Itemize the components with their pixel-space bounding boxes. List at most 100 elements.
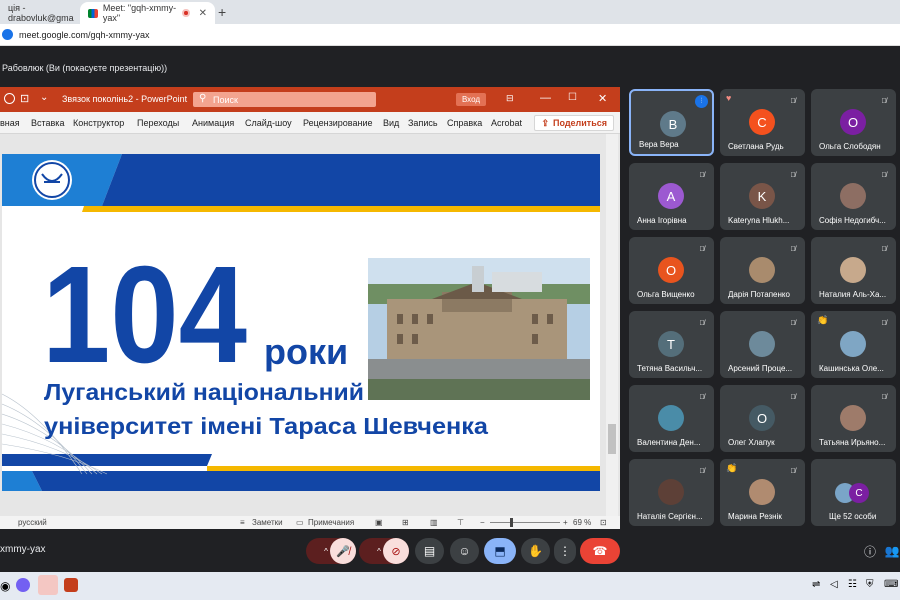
avatar-photo xyxy=(749,479,775,505)
speaker-icon[interactable]: ◁ xyxy=(830,579,838,590)
mic-off-icon: 🎙̸ xyxy=(790,319,796,327)
comments-icon[interactable]: ▭ xyxy=(296,518,304,527)
more-options-button[interactable]: ⋮ xyxy=(554,538,576,564)
keyboard-icon[interactable]: ⌨ xyxy=(884,579,898,590)
more-participants-tile[interactable]: C Ще 52 особи xyxy=(811,459,896,526)
participant-tile[interactable]: Марина Резнік 🎙̸ 👏 xyxy=(720,459,805,526)
chrome-taskbar-icon[interactable]: ◉ xyxy=(0,579,10,593)
participant-tile[interactable]: Арсений Проце... 🎙̸ xyxy=(720,311,805,378)
close-icon[interactable]: ✕ xyxy=(598,92,607,105)
mic-off-icon[interactable]: 🎤̸ xyxy=(330,538,356,564)
powerpoint-taskbar-icon[interactable] xyxy=(64,578,78,592)
language-status[interactable]: русский xyxy=(18,518,47,527)
vertical-scrollbar[interactable] xyxy=(606,134,618,516)
camera-control[interactable]: ^ ⊘ xyxy=(359,538,409,564)
avatar: O xyxy=(749,405,775,431)
participant-tile[interactable]: O Ольга Слободян 🎙̸ xyxy=(811,89,896,156)
meet-logo-icon xyxy=(88,8,98,18)
login-button[interactable]: Вход xyxy=(456,93,486,106)
captions-button[interactable]: ▤ xyxy=(415,538,444,564)
network-icon[interactable]: ☷ xyxy=(848,579,857,590)
comments-button[interactable]: Примечания xyxy=(308,518,354,527)
scroll-thumb[interactable] xyxy=(608,424,616,454)
top-band-dark xyxy=(102,154,600,206)
participant-name: Ольга Слободян xyxy=(819,142,881,151)
ribbon-display-icon[interactable]: ⊟ xyxy=(506,93,514,104)
tab-meet[interactable]: Meet: "gqh-xmmy-yax" ✕ xyxy=(80,2,215,24)
emoji-button[interactable]: ☺ xyxy=(450,538,479,564)
minimize-icon[interactable]: — xyxy=(540,92,551,104)
zoom-slider[interactable] xyxy=(490,522,560,523)
camera-off-icon[interactable]: ⊘ xyxy=(383,538,409,564)
participant-tile[interactable]: Наталия Аль-Ха... 🎙̸ xyxy=(811,237,896,304)
notes-icon[interactable]: ≡ xyxy=(240,518,245,527)
mic-off-icon: 🎙̸ xyxy=(881,319,887,327)
recording-icon xyxy=(182,9,190,17)
participant-tile[interactable]: Наталія Сергієн... 🎙̸ xyxy=(629,459,714,526)
address-bar[interactable]: meet.google.com/gqh-xmmy-yax xyxy=(0,24,900,46)
tab-review[interactable]: Рецензирование xyxy=(303,118,373,128)
zoom-slider-handle[interactable] xyxy=(510,518,513,527)
info-button[interactable]: ⓘ xyxy=(860,538,880,564)
close-icon[interactable]: ✕ xyxy=(199,8,207,19)
participant-tile[interactable]: O Ольга Вищенко 🎙̸ xyxy=(629,237,714,304)
end-call-button[interactable]: ☎ xyxy=(580,538,620,564)
tab-help[interactable]: Справка xyxy=(447,118,482,128)
slideshow-view-icon[interactable]: ⊤ xyxy=(457,518,464,527)
usb-icon[interactable]: ⇌ xyxy=(812,579,820,590)
participant-tile[interactable]: K Kateryna Hlukh... 🎙̸ xyxy=(720,163,805,230)
normal-view-icon[interactable]: ▣ xyxy=(375,518,383,527)
avatar-photo xyxy=(749,331,775,357)
participant-tile[interactable]: Татьяна Ирьяно... 🎙̸ xyxy=(811,385,896,452)
raise-hand-button[interactable]: ✋ xyxy=(521,538,550,564)
tab-transitions[interactable]: Переходы xyxy=(137,118,179,128)
participant-name: Татьяна Ирьяно... xyxy=(819,438,886,447)
share-button[interactable]: ⇪ Поделиться xyxy=(534,115,614,131)
shield-icon[interactable]: ⛨ xyxy=(866,579,874,590)
tab-gmail[interactable]: ція - drabovluk@gma ✕ xyxy=(0,2,87,24)
site-info-icon[interactable] xyxy=(2,29,13,40)
mic-control[interactable]: ^ 🎤̸ xyxy=(306,538,356,564)
participant-tile[interactable]: Софія Недогибч... 🎙̸ xyxy=(811,163,896,230)
present-button[interactable]: ⬒ xyxy=(484,538,516,564)
chevron-up-icon[interactable]: ^ xyxy=(324,547,328,556)
participant-tile[interactable]: A Анна Ігорівна 🎙̸ xyxy=(629,163,714,230)
participant-tile[interactable]: C Светлана Рудь 🎙̸ ♥ xyxy=(720,89,805,156)
participant-tile[interactable]: B Вера Вера ⫶ xyxy=(629,89,714,156)
tab-acrobat[interactable]: Acrobat xyxy=(491,118,522,128)
top-yellow-stripe xyxy=(82,206,600,212)
participant-tile[interactable]: T Тетяна Васильч... 🎙̸ xyxy=(629,311,714,378)
tab-slideshow[interactable]: Слайд-шоу xyxy=(245,118,292,128)
participant-tile[interactable]: Дарія Потапенко 🎙̸ xyxy=(720,237,805,304)
tab-insert[interactable]: Вставка xyxy=(31,118,64,128)
tab-record[interactable]: Запись xyxy=(408,118,438,128)
new-tab-button[interactable]: + xyxy=(218,4,226,20)
autosave-icon[interactable] xyxy=(4,93,15,104)
search-placeholder: Поиск xyxy=(213,94,238,105)
search-input[interactable]: ⚲ Поиск xyxy=(193,92,376,107)
tab-view[interactable]: Вид xyxy=(383,118,399,128)
chevron-up-icon[interactable]: ^ xyxy=(377,547,381,556)
zoom-out-icon[interactable]: − xyxy=(480,518,485,527)
reading-view-icon[interactable]: ▥ xyxy=(430,518,438,527)
notes-button[interactable]: Заметки xyxy=(252,518,283,527)
participant-tile[interactable]: Кашинська Оле... 🎙̸ 👏 xyxy=(811,311,896,378)
captions-icon: ▤ xyxy=(423,544,436,558)
mic-off-icon: 🎙̸ xyxy=(699,319,705,327)
participant-tile[interactable]: Валентина Ден... 🎙̸ xyxy=(629,385,714,452)
slide: 104 роки Луганський національний універс… xyxy=(2,154,600,491)
people-button[interactable]: 👥 xyxy=(884,538,900,564)
tab-animations[interactable]: Анимация xyxy=(192,118,234,128)
fit-slide-icon[interactable]: ⊡ xyxy=(600,518,607,527)
slideshow-icon[interactable]: ⊡ xyxy=(20,92,29,105)
viber-taskbar-icon[interactable] xyxy=(16,578,30,592)
chevron-down-icon[interactable]: ⌄ xyxy=(40,92,48,103)
participant-tile[interactable]: O Олег Хлапук 🎙̸ xyxy=(720,385,805,452)
tab-design[interactable]: Конструктор xyxy=(73,118,124,128)
slide-sorter-icon[interactable]: ⊞ xyxy=(402,518,409,527)
zoom-level[interactable]: 69 % xyxy=(573,518,591,527)
tab-home[interactable]: вная xyxy=(0,118,20,128)
active-app-taskbar-icon[interactable] xyxy=(38,575,58,595)
maximize-icon[interactable]: ☐ xyxy=(568,92,577,103)
zoom-in-icon[interactable]: + xyxy=(563,518,568,527)
